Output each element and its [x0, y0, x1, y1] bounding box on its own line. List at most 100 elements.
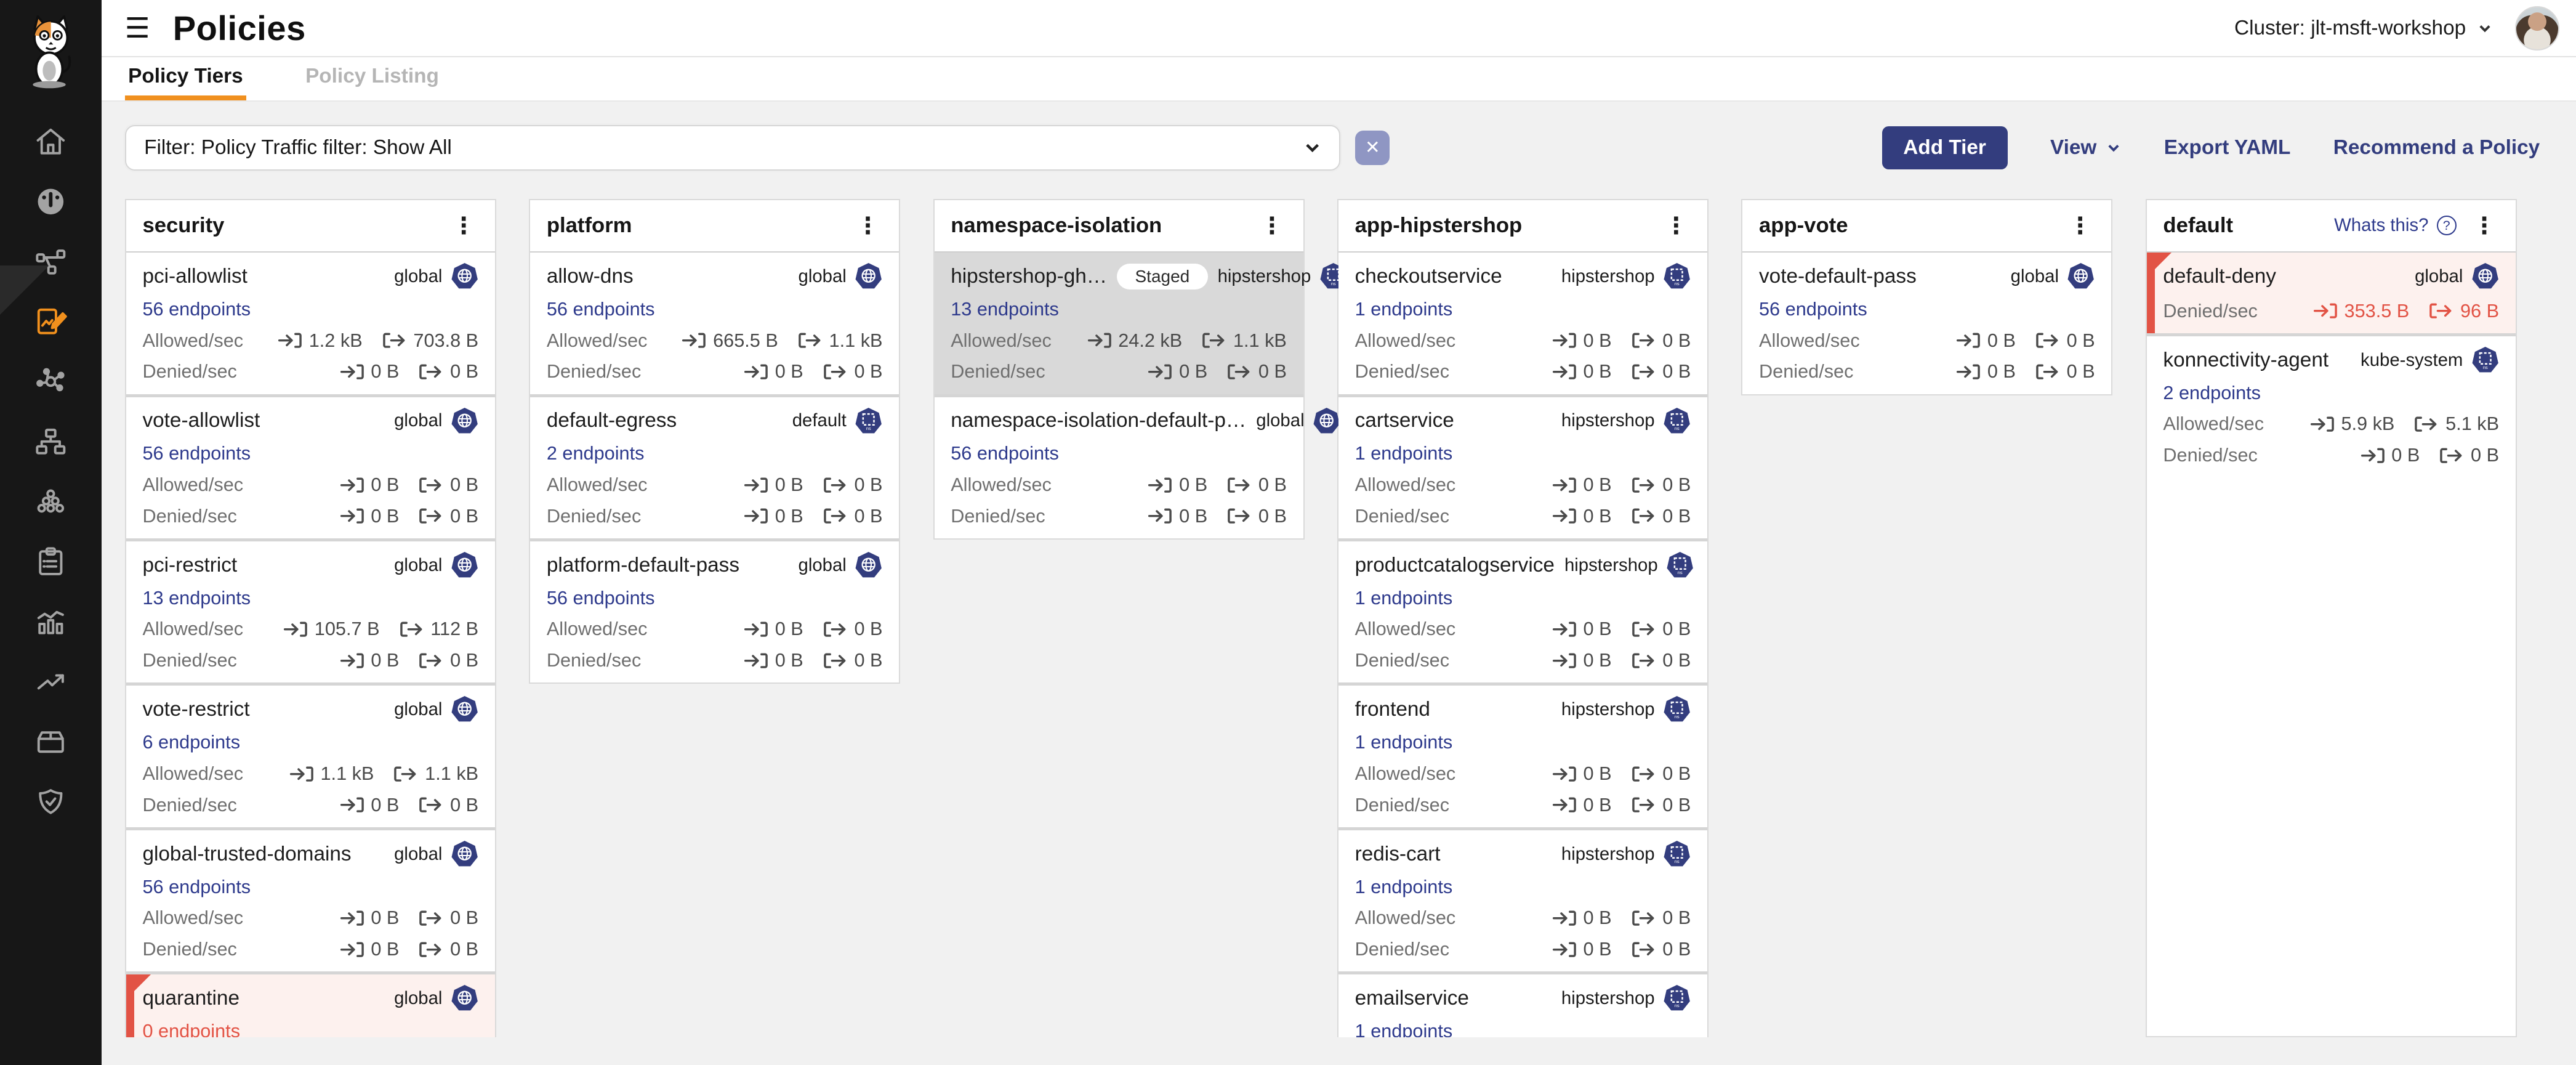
endpoints-link[interactable]: 56 endpoints — [1759, 299, 2095, 320]
policy-card[interactable]: productcatalogservice hipstershop ns 1 e… — [1338, 538, 1707, 682]
egress-icon — [419, 796, 443, 814]
tier-menu-kebab-icon[interactable]: ⋮ — [853, 214, 883, 237]
metric-values: 0 B 0 B — [1552, 763, 1691, 785]
policy-card[interactable]: default-deny global Denied/sec 353.5 B — [2147, 253, 2516, 333]
policy-scope: global — [799, 266, 847, 287]
endpoints-link[interactable]: 1 endpoints — [1355, 588, 1691, 609]
policy-card[interactable]: default-egress default ns 2 endpoints Al… — [530, 394, 899, 538]
endpoints-link[interactable]: 2 endpoints — [547, 443, 883, 464]
view-menu-button[interactable]: View — [2050, 136, 2121, 160]
tab-policy-tiers[interactable]: Policy Tiers — [125, 57, 246, 100]
tier-menu-kebab-icon[interactable]: ⋮ — [2066, 214, 2095, 237]
policy-scope: kube-system — [2361, 350, 2463, 371]
user-avatar[interactable] — [2515, 6, 2559, 51]
egress-value: 0 B — [1662, 361, 1691, 383]
ingress-icon — [340, 363, 364, 381]
tier-cards: pci-allowlist global 56 endpoints Allowe… — [126, 253, 495, 1037]
endpoints-link[interactable]: 2 endpoints — [2163, 383, 2499, 404]
tier-menu-kebab-icon[interactable]: ⋮ — [1661, 214, 1691, 237]
metric-values: 0 B 0 B — [1148, 361, 1286, 383]
egress-value-group: 112 B — [400, 618, 479, 640]
endpoints-link[interactable]: 56 endpoints — [951, 443, 1287, 464]
svg-text:ns: ns — [1675, 425, 1680, 431]
policy-card[interactable]: pci-restrict global 13 endpoints Allowed… — [126, 538, 495, 682]
tier-menu-kebab-icon[interactable]: ⋮ — [1257, 214, 1287, 237]
policy-card[interactable]: vote-default-pass global 56 endpoints Al… — [1742, 253, 2111, 394]
endpoints-link[interactable]: 56 endpoints — [142, 299, 478, 320]
egress-value-group: 0 B — [1632, 618, 1691, 640]
policy-card[interactable]: global-trusted-domains global 56 endpoin… — [126, 827, 495, 971]
sidebar-item-home[interactable] — [0, 111, 102, 171]
sidebar-item-policies[interactable] — [0, 292, 102, 352]
policy-card[interactable]: konnectivity-agent kube-system ns 2 endp… — [2147, 333, 2516, 477]
sidebar-item-trends[interactable] — [0, 652, 102, 711]
ingress-icon — [1552, 941, 1577, 958]
export-yaml-button[interactable]: Export YAML — [2164, 136, 2291, 160]
egress-icon — [419, 507, 443, 525]
policy-card[interactable]: platform-default-pass global 56 endpoint… — [530, 538, 899, 682]
endpoints-link[interactable]: 1 endpoints — [1355, 443, 1691, 464]
metric-values: 0 B 0 B — [744, 474, 882, 496]
endpoints-link[interactable]: 56 endpoints — [142, 877, 478, 898]
policy-card[interactable]: pci-allowlist global 56 endpoints Allowe… — [126, 253, 495, 394]
sidebar-item-statistics[interactable] — [0, 592, 102, 652]
add-tier-button[interactable]: Add Tier — [1882, 126, 2008, 169]
policy-card[interactable]: namespace-isolation-default-p… global 56… — [935, 394, 1303, 538]
tier-header: app-vote ⋮ — [1742, 200, 2111, 253]
endpoints-link[interactable]: 13 endpoints — [142, 588, 478, 609]
policy-scope-group: global — [2011, 262, 2095, 290]
metric-label: Denied/sec — [1759, 361, 1853, 383]
policy-card[interactable]: quarantine global 0 endpoints — [126, 971, 495, 1037]
endpoints-link[interactable]: 56 endpoints — [142, 443, 478, 464]
endpoints-link[interactable]: 13 endpoints — [951, 299, 1287, 320]
sidebar-item-flow-visualizations[interactable] — [0, 352, 102, 411]
cluster-selector[interactable]: Cluster: jlt-msft-workshop — [2234, 17, 2492, 40]
ingress-value-group: 0 B — [744, 650, 803, 671]
endpoints-link[interactable]: 1 endpoints — [1355, 299, 1691, 320]
policy-scope: global — [2415, 266, 2463, 287]
metric-values: 353.5 B 96 B — [2313, 301, 2499, 322]
policy-card[interactable]: cartservice hipstershop ns 1 endpoints A… — [1338, 394, 1707, 538]
endpoints-link[interactable]: 1 endpoints — [1355, 732, 1691, 753]
metric-label: Allowed/sec — [142, 474, 243, 496]
egress-icon — [1632, 363, 1656, 381]
tab-policy-listing[interactable]: Policy Listing — [302, 57, 442, 100]
metric-label: Denied/sec — [1355, 650, 1449, 671]
endpoints-link[interactable]: 1 endpoints — [1355, 1021, 1691, 1037]
endpoints-link[interactable]: 1 endpoints — [1355, 877, 1691, 898]
policy-card[interactable]: redis-cart hipstershop ns 1 endpoints Al… — [1338, 827, 1707, 971]
sidebar-item-compliance-reports[interactable] — [0, 532, 102, 591]
tier-cards: checkoutservice hipstershop ns 1 endpoin… — [1338, 253, 1707, 1037]
policy-card[interactable]: hipstershop-gh… Staged hipstershop ns 13… — [935, 253, 1303, 394]
endpoints-link[interactable]: 56 endpoints — [547, 588, 883, 609]
ingress-icon — [283, 620, 308, 638]
hamburger-menu-icon[interactable]: ☰ — [125, 14, 150, 42]
policy-card[interactable]: allow-dns global 56 endpoints Allowed/se… — [530, 253, 899, 394]
endpoints-link[interactable]: 56 endpoints — [547, 299, 883, 320]
sidebar-item-workloads[interactable] — [0, 472, 102, 532]
policy-card[interactable]: vote-restrict global 6 endpoints Allowed… — [126, 682, 495, 827]
sidebar-item-dashboard[interactable] — [0, 172, 102, 232]
sidebar-item-threat-defense[interactable] — [0, 772, 102, 832]
policy-card[interactable]: vote-allowlist global 56 endpoints Allow… — [126, 394, 495, 538]
egress-icon — [1632, 765, 1656, 783]
tier-menu-kebab-icon[interactable]: ⋮ — [449, 214, 478, 237]
endpoints-link[interactable]: 6 endpoints — [142, 732, 478, 753]
whats-this-link[interactable]: Whats this?? — [2334, 215, 2457, 236]
policy-filter-select[interactable]: Filter: Policy Traffic filter: Show All — [125, 125, 1341, 171]
sidebar-item-packages[interactable] — [0, 711, 102, 771]
clear-filter-button[interactable]: ✕ — [1355, 131, 1390, 165]
egress-value: 0 B — [1258, 506, 1287, 527]
ingress-value-group: 0 B — [2361, 445, 2420, 466]
policy-card[interactable]: frontend hipstershop ns 1 endpoints Allo… — [1338, 682, 1707, 827]
metric-label: Denied/sec — [142, 650, 236, 671]
recommend-policy-button[interactable]: Recommend a Policy — [2333, 136, 2540, 160]
policy-card[interactable]: emailservice hipstershop ns 1 endpoints … — [1338, 971, 1707, 1037]
ingress-value-group: 0 B — [1552, 506, 1612, 527]
metric-label: Allowed/sec — [142, 763, 243, 785]
tier-menu-kebab-icon[interactable]: ⋮ — [2469, 214, 2499, 237]
endpoints-link[interactable]: 0 endpoints — [142, 1021, 478, 1037]
sidebar-item-endpoints-hierarchy[interactable] — [0, 411, 102, 471]
egress-value: 0 B — [1662, 330, 1691, 352]
policy-card[interactable]: checkoutservice hipstershop ns 1 endpoin… — [1338, 253, 1707, 394]
